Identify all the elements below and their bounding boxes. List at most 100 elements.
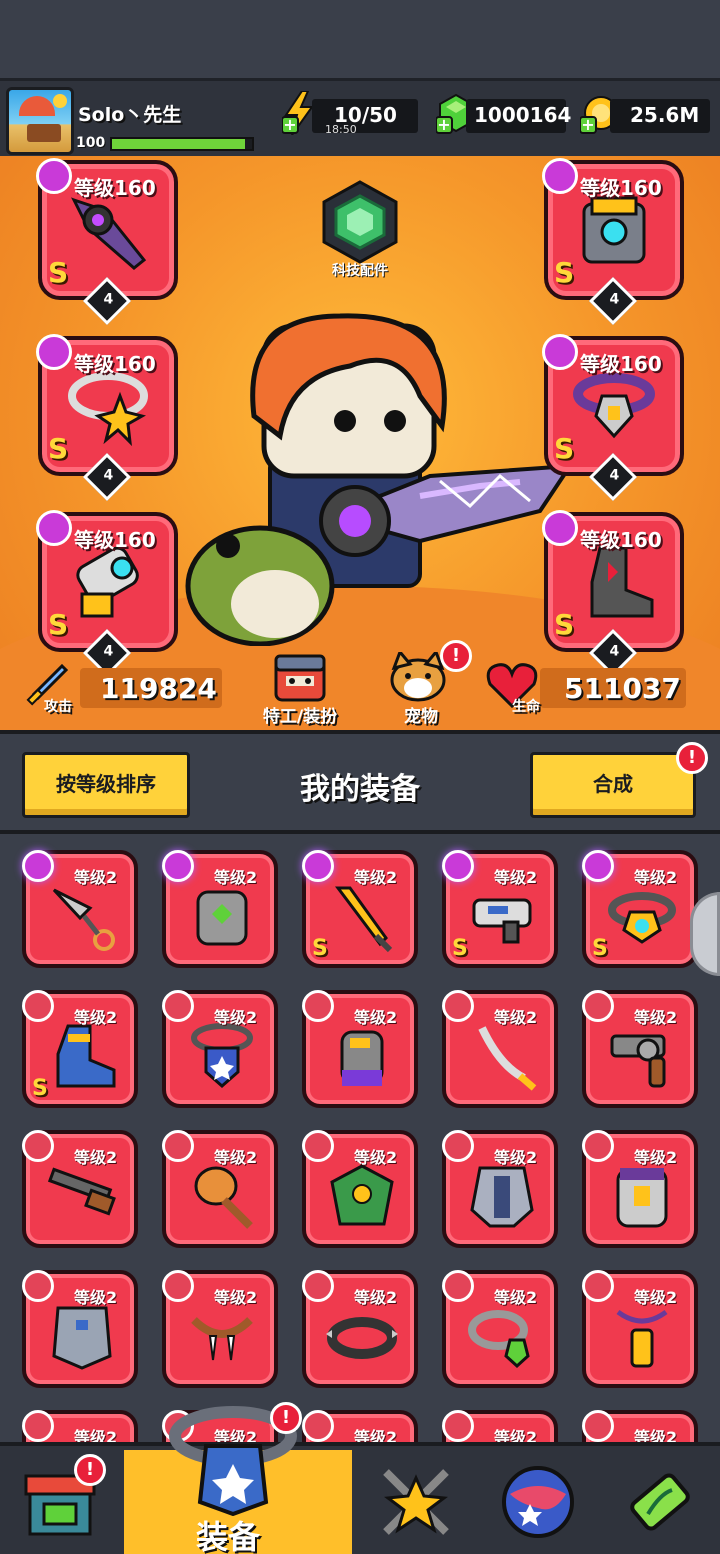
coins-value: 25.6M <box>630 103 700 127</box>
slot-level: 等级160 <box>74 352 156 376</box>
item-type-icon <box>22 850 54 882</box>
item-type-icon <box>162 1130 194 1162</box>
top-bar: Solo丶先生 100 + 10/50 18:50 + 1000164 + 25… <box>0 78 720 156</box>
inventory-item[interactable]: 等级2 <box>162 1270 278 1388</box>
inventory-item[interactable]: 等级2 <box>582 1410 698 1442</box>
item-level: 等级2 <box>494 1428 538 1442</box>
tech-accessory-button[interactable]: 科技配件 <box>318 180 402 290</box>
item-type-icon <box>302 990 334 1022</box>
kunai-icon <box>52 888 115 951</box>
inventory-item[interactable]: 等级2 <box>22 1130 138 1248</box>
item-type-icon <box>302 850 334 882</box>
item-level: 等级2 <box>634 1148 678 1167</box>
inventory-item[interactable]: 等级2 <box>302 990 418 1108</box>
dog-icon <box>390 652 446 702</box>
energy-plus-icon[interactable]: + <box>282 91 316 135</box>
inventory-item[interactable]: 等级2 S <box>22 990 138 1108</box>
player-level: 100 <box>76 135 106 151</box>
inventory-item[interactable]: 等级2 <box>442 1130 558 1248</box>
item-type-icon <box>22 990 54 1022</box>
inventory-item[interactable]: 等级2 <box>302 1130 418 1248</box>
inventory-item[interactable]: 等级2 <box>22 850 138 968</box>
hero-character[interactable] <box>180 306 580 646</box>
inventory-item[interactable]: 等级2 S <box>302 850 418 968</box>
nav-equipment[interactable]: ! 装备 <box>124 1402 352 1554</box>
slot-rank: S <box>554 432 575 465</box>
item-level: 等级2 <box>634 1288 678 1307</box>
equip-slot-weapon[interactable]: 等级160 S 4 <box>36 158 178 326</box>
item-level: 等级2 <box>74 1148 118 1167</box>
necklace-icon <box>68 372 148 447</box>
nav-equipment-label: 装备 <box>195 1518 260 1554</box>
gauntlet-icon <box>76 546 139 618</box>
inventory-item[interactable]: 等级2 <box>302 1410 418 1442</box>
crossed-swords-star-icon <box>383 1469 449 1535</box>
item-type-icon <box>582 1130 614 1162</box>
item-type-icon <box>162 850 194 882</box>
inventory-item[interactable]: 等级2 <box>442 990 558 1108</box>
inventory-item[interactable]: 等级2 <box>582 1130 698 1248</box>
inventory-item[interactable]: 等级2 <box>442 1270 558 1388</box>
inventory-title: 我的装备 <box>300 772 420 807</box>
merge-button[interactable]: 合成 <box>530 752 696 818</box>
slot-rank: S <box>48 256 69 289</box>
item-level: 等级2 <box>634 1008 678 1027</box>
xp-bar-fill <box>112 139 245 149</box>
item-level: 等级2 <box>634 1428 678 1442</box>
inventory-item[interactable]: 等级2 S <box>442 850 558 968</box>
chest-armor-icon <box>582 196 646 264</box>
nav-challenge[interactable] <box>356 1450 476 1554</box>
inventory-item[interactable]: 等级2 <box>442 1410 558 1442</box>
shop-alert-badge: ! <box>74 1454 106 1486</box>
item-type-icon <box>302 1270 334 1302</box>
slot-level: 等级160 <box>580 176 662 200</box>
inventory-item[interactable]: 等级2 <box>162 850 278 968</box>
pet-button[interactable]: ! 宠物 <box>376 640 472 727</box>
katana-icon <box>478 1026 537 1091</box>
item-level: 等级2 <box>354 1148 398 1167</box>
tech-accessory-label: 科技配件 <box>332 263 388 279</box>
inventory-item[interactable]: 等级2 <box>302 1270 418 1388</box>
inventory-header: 按等级排序 我的装备 合成 ! <box>0 730 720 834</box>
item-type-icon <box>302 1410 334 1442</box>
item-level: 等级2 <box>214 1008 258 1027</box>
item-rank: S <box>312 936 328 961</box>
xp-bar <box>110 137 254 151</box>
item-rank: S <box>32 1076 48 1101</box>
slot-level: 等级160 <box>580 352 662 376</box>
nav-shop[interactable]: ! <box>0 1450 120 1554</box>
gems-value: 1000164 <box>474 103 572 127</box>
status-area <box>0 0 720 78</box>
svg-text:+: + <box>437 115 450 134</box>
equip-slot-gloves[interactable]: 等级160 S 4 <box>36 510 178 678</box>
shotgun-icon <box>47 1167 116 1216</box>
agent-outfit-button[interactable]: 特工/装扮 <box>250 646 350 727</box>
item-type-icon <box>22 1270 54 1302</box>
item-type-icon <box>442 1410 474 1442</box>
plate-armor-icon <box>470 1166 534 1228</box>
inventory-item[interactable]: 等级2 S <box>582 850 698 968</box>
equip-slot-necklace[interactable]: 等级160 S 4 <box>36 334 178 502</box>
inventory-item[interactable]: 等级2 <box>22 1270 138 1388</box>
lantern-pendant-icon <box>616 1309 668 1368</box>
slot-rank: S <box>554 608 575 641</box>
item-type-icon <box>22 1130 54 1162</box>
badge-necklace-icon <box>191 1023 253 1088</box>
equip-slot-belt[interactable]: 等级160 S 4 <box>542 334 684 502</box>
inventory-item[interactable]: 等级2 <box>162 1130 278 1248</box>
inventory-item[interactable]: 等级2 <box>582 1270 698 1388</box>
equip-slot-armor[interactable]: 等级160 S 4 <box>542 158 684 326</box>
dna-capsule-icon <box>630 1473 690 1531</box>
slot-level: 等级160 <box>74 528 156 552</box>
nav-evolution[interactable] <box>600 1450 720 1554</box>
equip-slot-boots[interactable]: 等级160 S 4 <box>542 510 684 678</box>
sort-by-level-button[interactable]: 按等级排序 <box>22 752 190 818</box>
inventory-item[interactable]: 等级2 <box>162 990 278 1108</box>
slot-level: 等级160 <box>74 176 156 200</box>
nav-world[interactable] <box>478 1450 598 1554</box>
inventory-item[interactable]: 等级2 <box>582 990 698 1108</box>
player-avatar[interactable] <box>6 87 74 155</box>
bottom-nav: ! ! 装备 <box>0 1402 720 1554</box>
necklace-type-icon <box>36 334 72 370</box>
inventory-item[interactable]: 等级2 <box>22 1410 138 1442</box>
